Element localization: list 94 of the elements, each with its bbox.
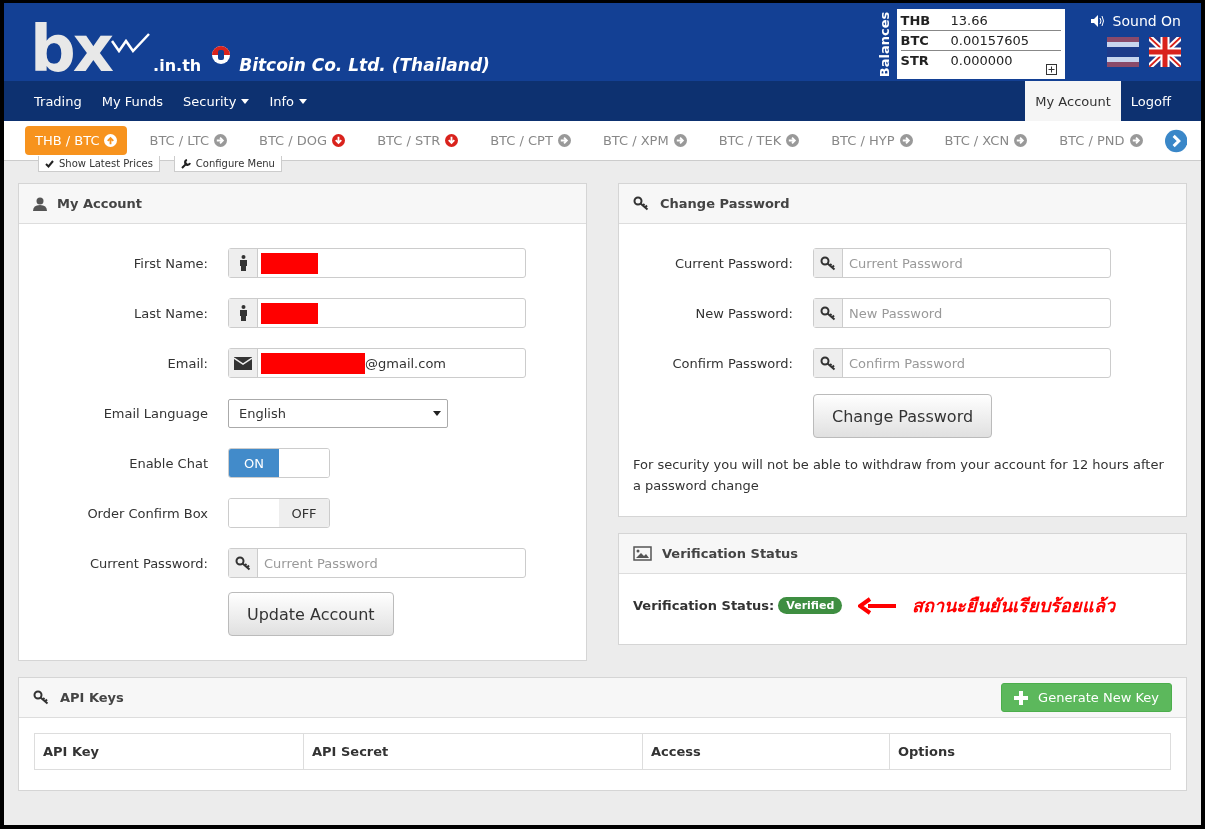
change-password-button[interactable]: Change Password [813,394,993,438]
right-arrow-icon [1014,134,1028,147]
currency-label: THB [900,13,932,28]
right-arrow-icon [899,134,913,147]
language-select[interactable]: English [228,398,448,428]
down-arrow-icon [332,134,346,147]
left-arrow-icon [858,596,899,615]
field-label: Last Name: [133,305,208,321]
field-label: New Password: [694,305,793,321]
toggle-switch[interactable]: OFF [228,498,330,528]
password-field[interactable]: Current Password [813,248,1111,278]
security-note: For security you will not be able to withdraw from your account for 12 hours after a password change [633,456,1165,495]
field-label: Current Password: [673,255,793,271]
field-label: Current Password: [88,555,208,571]
balance-amount: 0.000000 [950,53,1013,68]
field-label: First Name: [132,255,208,271]
nav-link[interactable]: Info [259,81,317,121]
column-header: Options [897,743,956,761]
right-arrow-icon [557,134,571,147]
key-icon [633,196,650,211]
panel-title: API Keys [60,690,124,705]
striped-flag-icon[interactable] [1107,37,1139,67]
nav-link[interactable]: My Account [1025,81,1121,121]
field-label: Email: [166,355,208,371]
expand-icon[interactable] [1045,64,1057,75]
column-header: API Key [35,734,304,769]
pair-option-button[interactable]: Configure Menu [173,156,282,172]
nav-link[interactable]: Trading [24,81,92,121]
currency-label: BTC [900,33,930,48]
sound-toggle[interactable]: Sound On [1090,13,1181,29]
toggle-switch[interactable]: ON [228,448,330,478]
user-icon [33,196,47,211]
field-label: Enable Chat [128,455,208,471]
wrench-icon [180,158,191,169]
text-field[interactable] [228,248,526,278]
bitcoin-coin-icon [211,45,232,65]
down-arrow-icon [445,134,459,147]
key-icon [33,690,50,705]
generate-key-button[interactable]: Generate New Key [1001,683,1172,712]
currency-label: STR [900,53,930,68]
pair-option-button[interactable]: Show Latest Prices [38,156,160,172]
verification-label: Verification Status: [633,598,775,613]
right-arrow-icon [786,134,800,147]
pair-tab[interactable]: BTC / HYP [821,126,923,155]
pair-tab[interactable]: BTC / XPM [592,126,697,155]
pair-tab[interactable]: THB / BTC [25,126,128,155]
key-icon [819,255,837,271]
key-icon [819,305,837,321]
logo[interactable]: bx .in.th [30,7,202,81]
password-field[interactable]: New Password [813,298,1111,328]
column-header: Access [643,734,890,769]
password-field[interactable]: Confirm Password [813,348,1111,378]
person-icon [238,305,248,321]
person-icon [238,255,248,271]
speaker-icon [1090,15,1105,27]
nav-link[interactable]: Security [173,81,260,121]
right-arrow-icon [673,134,687,147]
update-account-button[interactable]: Update Account [228,592,394,636]
field-label: Confirm Password: [671,355,793,371]
balance-amount: 0.00157605 [950,33,1030,48]
nav-link[interactable]: My Funds [91,81,173,121]
field-label: Order Confirm Box [86,505,208,521]
annotation-text: สถานะยืนยันเรียบร้อยแล้ว [912,594,1116,618]
column-header: API Secret [304,734,643,769]
pair-tab[interactable]: BTC / STR [367,126,469,155]
panel-title: My Account [57,196,143,211]
text-field[interactable]: Current Password [228,548,526,578]
nav-link[interactable]: Logoff [1120,81,1181,121]
pair-tab[interactable]: BTC / XCN [934,126,1038,155]
caret-icon [433,410,441,416]
balances-label: Balances [876,10,893,79]
right-arrow-icon [1129,134,1143,147]
field-label: Email Language [102,405,208,421]
pair-tab[interactable]: BTC / LTC [139,126,237,155]
pair-tab[interactable]: BTC / PND [1049,126,1153,155]
image-icon [633,546,652,561]
union-flag-icon[interactable] [1149,37,1181,67]
verified-badge: Verified [778,597,843,614]
key-icon [234,555,252,571]
panel-title: Change Password [660,196,790,211]
plus-icon [1014,690,1029,705]
pair-tab[interactable]: BTC / TEK [708,126,810,155]
right-arrow-icon [214,134,227,147]
pair-tab[interactable]: BTC / DOG [249,126,356,155]
text-field[interactable] [228,298,526,328]
panel-title: Verification Status [662,546,799,561]
key-icon [819,355,837,371]
company-name: Bitcoin Co. Ltd. (Thailand) [239,55,490,75]
envelope-icon [234,356,252,370]
balance-amount: 13.66 [950,13,988,28]
up-arrow-icon [104,134,118,147]
checkmark-icon [45,159,54,168]
text-field[interactable]: @gmail.com [228,348,526,378]
pair-tab[interactable]: BTC / CPT [480,126,581,155]
